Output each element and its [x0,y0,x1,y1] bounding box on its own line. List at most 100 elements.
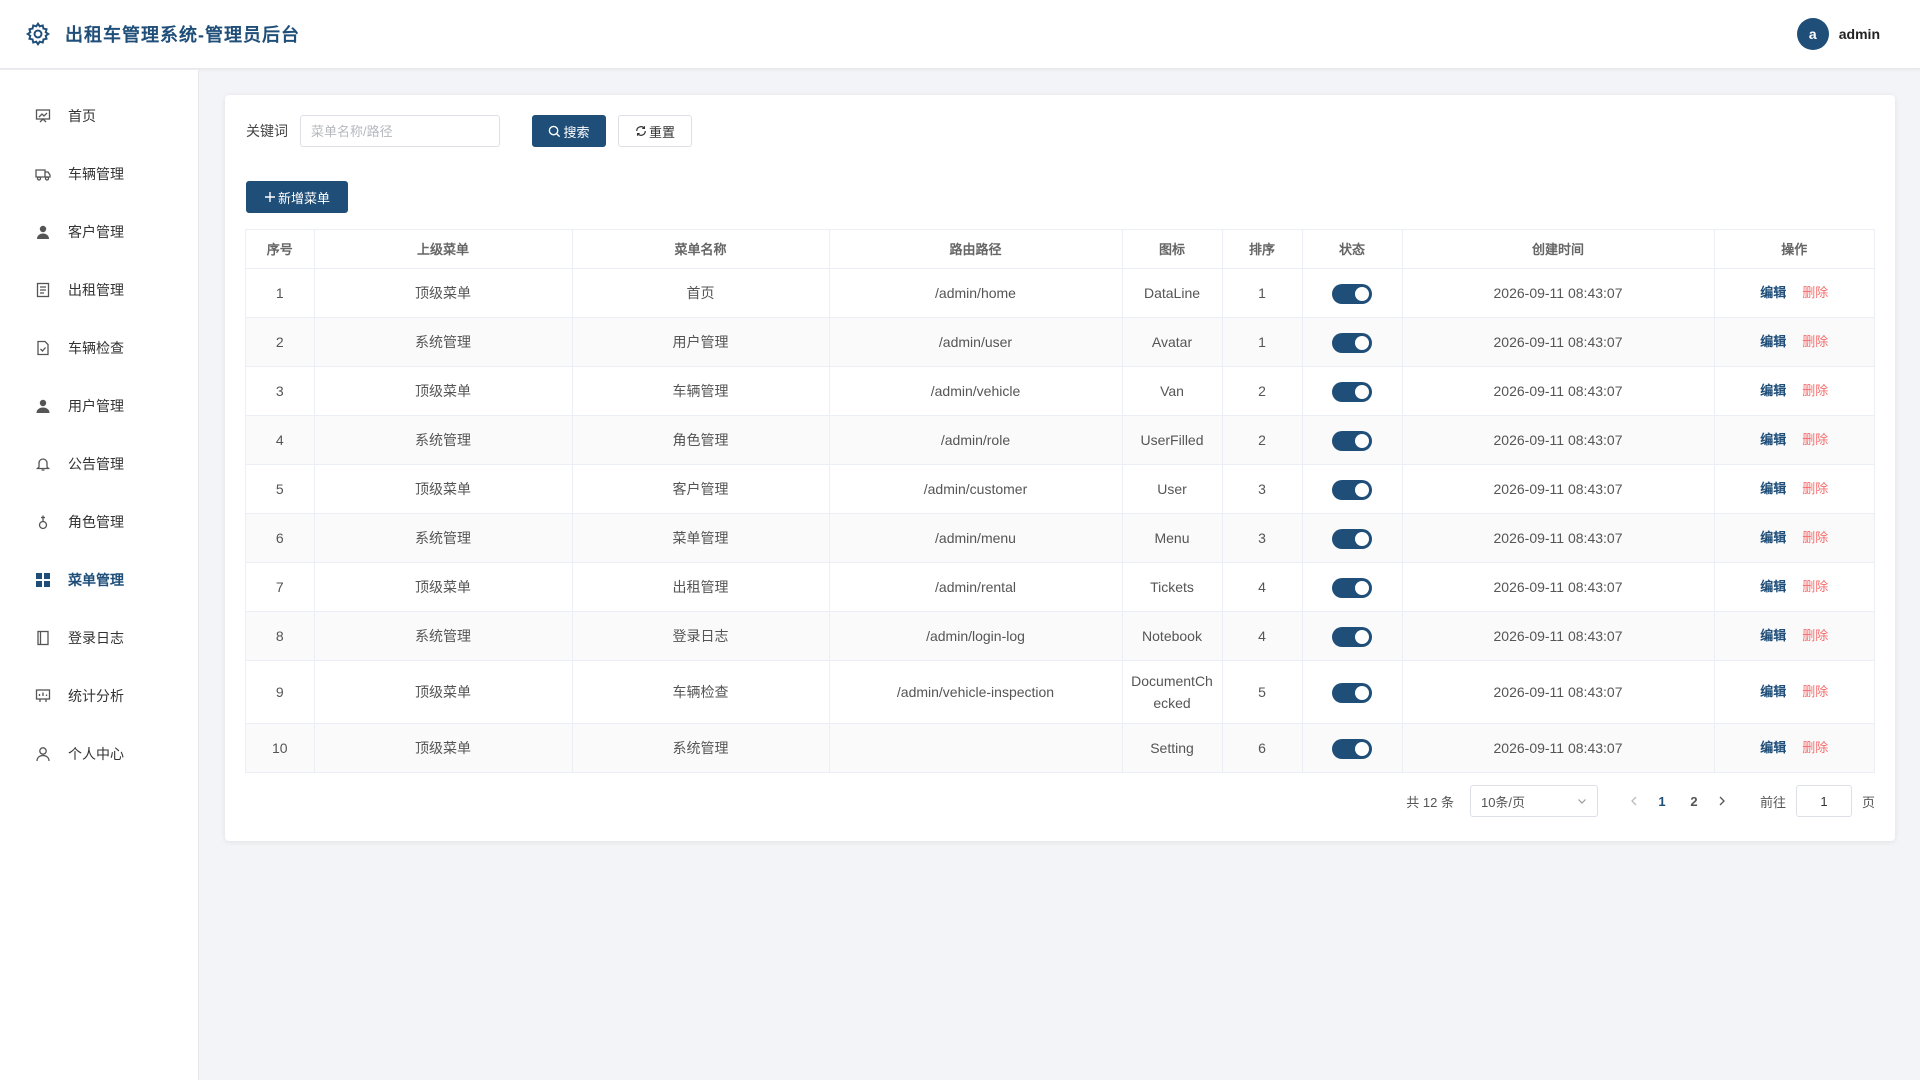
actions-cell: 编辑 删除 [1714,366,1874,416]
actions-cell: 编辑 删除 [1714,611,1874,661]
edit-button[interactable]: 编辑 [1760,628,1786,643]
icon-name-cell: Notebook [1122,611,1223,661]
edit-button[interactable]: 编辑 [1760,684,1786,699]
menu-name-cell: 用户管理 [572,317,830,367]
reset-button-label: 重置 [648,124,675,140]
sidebar: 首页 车辆管理 客户管理 出租管理 车辆检查 用户管理 公告管理 角色管理 菜单… [0,70,199,1080]
sidebar-item-home[interactable]: 首页 [0,87,198,145]
sidebar-item-login-logs[interactable]: 登录日志 [0,609,198,667]
page-number-1[interactable]: 1 [1646,794,1678,809]
search-bar: 关键词 搜索 重置 [246,115,692,147]
next-page-button[interactable] [1710,794,1734,809]
status-toggle[interactable] [1332,479,1372,500]
sidebar-item-vehicles[interactable]: 车辆管理 [0,145,198,203]
sidebar-item-label: 车辆检查 [68,340,124,356]
status-toggle[interactable] [1332,283,1372,304]
actions-cell: 编辑 删除 [1714,464,1874,514]
status-toggle[interactable] [1332,682,1372,703]
icon-name-cell: Avatar [1122,317,1223,367]
column-header: 上级菜单 [314,230,573,269]
menu-name-cell: 菜单管理 [572,513,830,563]
user-menu[interactable]: a admin [1796,18,1880,50]
table-row: 7 顶级菜单 出租管理/admin/rental Tickets 4 2026-09-11… [246,562,1874,612]
parent-menu-cell: 系统管理 [314,611,573,661]
sidebar-item-rentals[interactable]: 出租管理 [0,261,198,319]
edit-button[interactable]: 编辑 [1760,432,1786,447]
route-path-cell: /admin/login-log [829,611,1123,661]
delete-button[interactable]: 删除 [1802,432,1828,447]
sort-order-cell: 2 [1222,415,1303,465]
sort-order-cell: 4 [1222,562,1303,612]
stamp-icon [34,513,52,531]
search-button[interactable]: 搜索 [532,115,606,147]
sort-order-cell: 4 [1222,611,1303,661]
delete-button[interactable]: 删除 [1802,740,1828,755]
sidebar-item-announcements[interactable]: 公告管理 [0,435,198,493]
status-toggle[interactable] [1332,430,1372,451]
icon-name-cell: User [1122,464,1223,514]
document-checked-icon [34,339,52,357]
page-unit-label: 页 [1861,794,1875,810]
sidebar-item-profile[interactable]: 个人中心 [0,725,198,783]
delete-button[interactable]: 删除 [1802,579,1828,594]
keyword-search-input[interactable] [300,115,500,147]
delete-button[interactable]: 删除 [1802,481,1828,496]
actions-cell: 编辑 删除 [1714,660,1874,724]
sidebar-item-users[interactable]: 用户管理 [0,377,198,435]
sidebar-item-menus[interactable]: 菜单管理 [0,551,198,609]
edit-button[interactable]: 编辑 [1760,285,1786,300]
status-toggle[interactable] [1332,626,1372,647]
status-toggle[interactable] [1332,738,1372,759]
edit-button[interactable]: 编辑 [1760,383,1786,398]
add-menu-button[interactable]: 新增菜单 [246,181,348,213]
page-number-2[interactable]: 2 [1678,794,1710,809]
delete-button[interactable]: 删除 [1802,334,1828,349]
sidebar-item-label: 首页 [68,108,96,124]
sort-order-cell: 1 [1222,317,1303,367]
edit-button[interactable]: 编辑 [1760,481,1786,496]
delete-button[interactable]: 删除 [1802,530,1828,545]
data-board-icon [34,687,52,705]
sort-order-cell: 1 [1222,268,1303,318]
sidebar-item-label: 角色管理 [68,514,124,530]
sort-order-cell: 3 [1222,513,1303,563]
sidebar-item-statistics[interactable]: 统计分析 [0,667,198,725]
sidebar-item-label: 用户管理 [68,398,124,414]
status-cell [1302,415,1403,465]
delete-button[interactable]: 删除 [1802,684,1828,699]
status-cell [1302,513,1403,563]
edit-button[interactable]: 编辑 [1760,740,1786,755]
reset-button[interactable]: 重置 [618,115,692,147]
status-toggle[interactable] [1332,577,1372,598]
parent-menu-cell: 系统管理 [314,415,573,465]
edit-button[interactable]: 编辑 [1760,334,1786,349]
row-number-cell: 2 [246,317,315,367]
sidebar-item-label: 个人中心 [68,746,124,762]
icon-name-cell: Menu [1122,513,1223,563]
edit-button[interactable]: 编辑 [1760,579,1786,594]
menu-table: 序号 上级菜单 菜单名称 路由路径 图标 排序 状态 创建时间 操作 1 顶级菜单… [245,229,1875,773]
actions-cell: 编辑 删除 [1714,415,1874,465]
delete-button[interactable]: 删除 [1802,383,1828,398]
table-row: 2 系统管理 用户管理/admin/user Avatar 1 2026-09-11 08… [246,317,1874,367]
row-number-cell: 1 [246,268,315,318]
prev-page-button[interactable] [1622,794,1646,809]
delete-button[interactable]: 删除 [1802,628,1828,643]
sidebar-item-inspection[interactable]: 车辆检查 [0,319,198,377]
username[interactable]: admin [1839,26,1880,42]
created-time-cell: 2026-09-11 08:43:07 [1402,660,1715,724]
parent-menu-cell: 系统管理 [314,317,573,367]
search-icon [549,125,561,137]
menu-name-cell: 出租管理 [572,562,830,612]
goto-page-input[interactable] [1795,785,1852,817]
sidebar-item-customers[interactable]: 客户管理 [0,203,198,261]
edit-button[interactable]: 编辑 [1760,530,1786,545]
status-toggle[interactable] [1332,381,1372,402]
status-toggle[interactable] [1332,528,1372,549]
sidebar-item-roles[interactable]: 角色管理 [0,493,198,551]
actions-cell: 编辑 删除 [1714,317,1874,367]
status-toggle[interactable] [1332,332,1372,353]
delete-button[interactable]: 删除 [1802,285,1828,300]
page-size-select[interactable]: 10条/页 [1469,785,1598,817]
avatar[interactable]: a [1796,18,1829,50]
